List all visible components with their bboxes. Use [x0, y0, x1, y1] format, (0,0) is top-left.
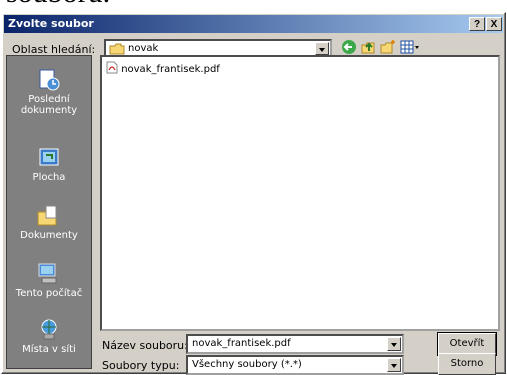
- title-bar[interactable]: Zvolte soubor ? X: [4, 15, 503, 33]
- place-label: Tento počítač: [15, 288, 83, 299]
- place-desktop[interactable]: Plocha: [7, 146, 91, 183]
- my-computer-icon: [38, 263, 57, 284]
- up-folder-icon[interactable]: [360, 39, 376, 55]
- views-menu-icon[interactable]: [400, 39, 420, 55]
- place-recent[interactable]: Poslední dokumenty: [7, 68, 91, 116]
- my-documents-icon: [37, 205, 57, 226]
- file-name: novak_frantisek.pdf: [121, 64, 220, 75]
- file-item[interactable]: novak_frantisek.pdf: [106, 61, 220, 75]
- file-list[interactable]: novak_frantisek.pdf: [100, 55, 500, 331]
- filetype-select[interactable]: Všechny soubory (*.*): [186, 355, 404, 375]
- place-computer[interactable]: Tento počítač: [7, 262, 91, 299]
- filename-dropdown-arrow[interactable]: [387, 337, 401, 351]
- filename-input[interactable]: novak_frantisek.pdf: [186, 334, 404, 354]
- network-places-icon: [41, 319, 57, 340]
- filename-label: Název souboru:: [102, 339, 188, 352]
- close-button[interactable]: X: [486, 17, 502, 31]
- place-documents[interactable]: Dokumenty: [7, 204, 91, 241]
- open-button[interactable]: Otevřít: [437, 332, 497, 356]
- pdf-file-icon: [106, 61, 118, 74]
- filetype-label: Soubory typu:: [102, 359, 180, 372]
- background-text: souboru.: [6, 0, 110, 10]
- cancel-button[interactable]: Storno: [438, 353, 496, 375]
- place-label: Poslední dokumenty: [20, 94, 78, 116]
- place-network[interactable]: Místa v síti: [7, 318, 91, 355]
- file-open-dialog: Zvolte soubor ? X Oblast hledání: novak …: [1, 12, 506, 375]
- lookin-value: novak: [128, 43, 159, 54]
- places-bar: Poslední dokumenty Plocha Dokumenty Tent…: [6, 55, 92, 369]
- folder-icon: [109, 43, 125, 55]
- lookin-dropdown-arrow[interactable]: [315, 42, 329, 55]
- place-label: Dokumenty: [20, 230, 78, 241]
- help-button[interactable]: ?: [469, 17, 485, 31]
- filetype-value: Všechny soubory (*.*): [192, 359, 302, 370]
- new-folder-icon[interactable]: [380, 39, 396, 55]
- desktop-icon: [39, 148, 59, 166]
- filename-value: novak_frantisek.pdf: [192, 338, 291, 349]
- recent-documents-icon: [39, 69, 60, 91]
- filetype-dropdown-arrow[interactable]: [387, 358, 401, 372]
- place-label: Plocha: [32, 172, 66, 183]
- place-label: Místa v síti: [22, 344, 76, 355]
- window-title: Zvolte soubor: [8, 17, 94, 30]
- back-arrow-icon[interactable]: [341, 39, 357, 55]
